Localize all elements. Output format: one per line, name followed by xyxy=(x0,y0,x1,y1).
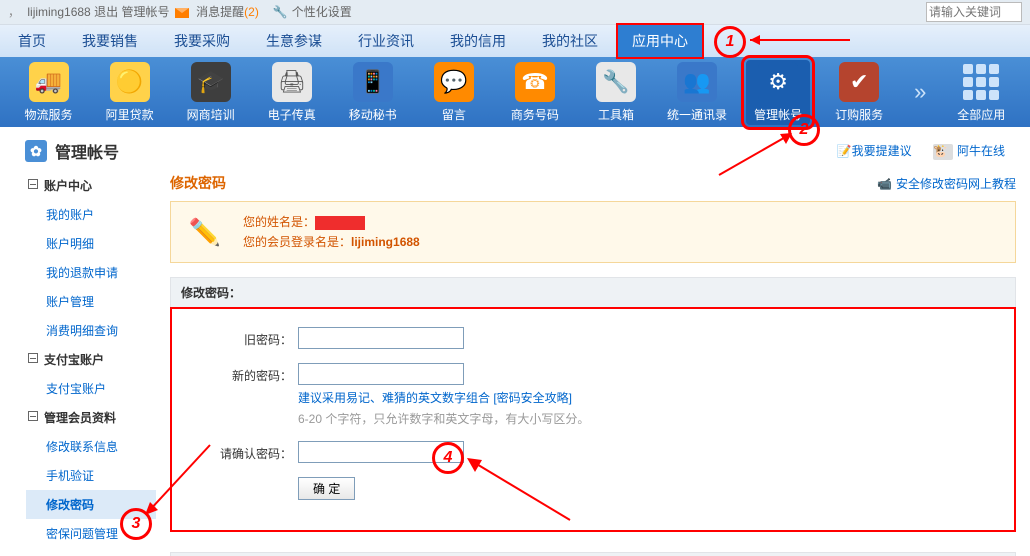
grid-icon xyxy=(961,62,1001,102)
tool-toolbox[interactable]: 🔧工具箱 xyxy=(584,62,648,123)
sidebar: 账户中心 我的账户 账户明细 我的退款申请 账户管理 消费明细查询 支付宝账户 … xyxy=(26,171,156,556)
pencil-icon: ✏️ xyxy=(185,212,225,252)
nav-buy[interactable]: 我要采购 xyxy=(156,25,248,57)
page-heading: ✿ 管理帐号 xyxy=(25,139,119,163)
tool-order[interactable]: ✔订购服务 xyxy=(827,62,891,123)
message-icon xyxy=(175,8,189,18)
chat-icon: 💬 xyxy=(434,62,474,102)
camera-icon: 📹 xyxy=(877,177,892,191)
phone-icon: ☎ xyxy=(515,62,555,102)
gear-box-icon: ✿ xyxy=(25,140,47,162)
mobile-icon: 📱 xyxy=(353,62,393,102)
aniu-link[interactable]: 🐮阿牛在线 xyxy=(933,144,1005,158)
sidebar-acct-mgmt[interactable]: 账户管理 xyxy=(26,287,156,316)
section-change-pw: 修改密码： xyxy=(170,277,1016,308)
search-input[interactable] xyxy=(926,2,1022,22)
hint-link[interactable]: [密码安全攻略] xyxy=(493,391,572,405)
input-confirm-pw[interactable] xyxy=(298,441,464,463)
nav-biz[interactable]: 生意参谋 xyxy=(248,25,340,57)
suggest-link[interactable]: 📝我要提建议 xyxy=(837,144,912,158)
gear-icon: ⚙ xyxy=(758,62,798,102)
password-form: 旧密码： 新的密码： 建议采用易记、难猜的英文数字组合 [密码安全攻略] 6-2… xyxy=(170,307,1016,532)
input-new-pw[interactable] xyxy=(298,363,464,385)
submit-button[interactable]: 确 定 xyxy=(298,477,355,500)
contacts-icon: 👥 xyxy=(677,62,717,102)
hint-rules: 6-20 个字符，只允许数字和英文字母，有大小写区分。 xyxy=(298,410,589,427)
info-panel: ✏️ 您的姓名是： 您的会员登录名是：lijiming1688 xyxy=(170,201,1016,263)
top-msg[interactable]: 消息提醒 xyxy=(196,5,244,19)
tool-logistics[interactable]: 🚚物流服务 xyxy=(17,62,81,123)
top-logout[interactable]: 退出 xyxy=(94,5,118,19)
content-area: 修改密码 📹安全修改密码网上教程 ✏️ 您的姓名是： 您的会员登录名是：liji… xyxy=(170,171,1016,556)
sidebar-group-member[interactable]: 管理会员资料 xyxy=(28,409,156,426)
top-personalize[interactable]: 个性化设置 xyxy=(292,5,352,19)
sidebar-refund[interactable]: 我的退款申请 xyxy=(26,258,156,287)
tool-chevron[interactable]: » xyxy=(908,79,932,105)
tool-all-apps[interactable]: 全部应用 xyxy=(949,62,1013,123)
greeting: ， xyxy=(8,5,20,19)
nav-appcenter[interactable]: 应用中心 xyxy=(616,23,704,59)
toolbox-icon: 🔧 xyxy=(596,62,636,102)
tool-contacts[interactable]: 👥统一通讯录 xyxy=(665,62,729,123)
top-bar: ， lijiming1688 退出 管理帐号 消息提醒(2) 🔧 个性化设置 xyxy=(0,0,1030,25)
name-label: 您的姓名是： xyxy=(243,215,315,229)
sidebar-phone[interactable]: 手机验证 xyxy=(26,461,156,490)
sidebar-security-q[interactable]: 密保问题管理 xyxy=(26,519,156,548)
msg-count: (2) xyxy=(244,5,259,19)
help-link[interactable]: 📹安全修改密码网上教程 xyxy=(877,175,1016,192)
tool-biznum[interactable]: ☎商务号码 xyxy=(503,62,567,123)
nav-industry[interactable]: 行业资讯 xyxy=(340,25,432,57)
nav-credit[interactable]: 我的信用 xyxy=(432,25,524,57)
graduation-icon: 🎓 xyxy=(191,62,231,102)
main-nav: 首页 我要销售 我要采购 生意参谋 行业资讯 我的信用 我的社区 应用中心 xyxy=(0,25,1030,57)
label-new-pw: 新的密码： xyxy=(172,363,298,384)
wrench-icon: 🔧 xyxy=(273,5,288,19)
sidebar-alipay[interactable]: 支付宝账户 xyxy=(26,374,156,403)
tool-training[interactable]: 🎓网商培训 xyxy=(179,62,243,123)
top-manage[interactable]: 管理帐号 xyxy=(121,5,169,19)
sidebar-my-acct[interactable]: 我的账户 xyxy=(26,200,156,229)
login-name: lijiming1688 xyxy=(351,235,420,249)
tool-message[interactable]: 💬留言 xyxy=(422,62,486,123)
check-icon: ✔ xyxy=(839,62,879,102)
sidebar-change-pw[interactable]: 修改密码 xyxy=(26,490,156,519)
nav-sell[interactable]: 我要销售 xyxy=(64,25,156,57)
section-friends: 商友加油站： xyxy=(170,552,1016,556)
fax-icon: 🖨 xyxy=(272,62,312,102)
tool-manage-account[interactable]: ⚙管理帐号 xyxy=(746,60,810,125)
sidebar-group-alipay[interactable]: 支付宝账户 xyxy=(28,351,156,368)
sidebar-acct-detail[interactable]: 账户明细 xyxy=(26,229,156,258)
tool-mobile[interactable]: 📱移动秘书 xyxy=(341,62,405,123)
name-redacted xyxy=(315,216,365,230)
sidebar-contact[interactable]: 修改联系信息 xyxy=(26,432,156,461)
label-old-pw: 旧密码： xyxy=(172,327,298,348)
top-user[interactable]: lijiming1688 xyxy=(27,5,90,19)
app-toolbar: 🚚物流服务 🟡阿里贷款 🎓网商培训 🖨电子传真 📱移动秘书 💬留言 ☎商务号码 … xyxy=(0,57,1030,127)
content-title: 修改密码 xyxy=(170,173,226,193)
tool-fax[interactable]: 🖨电子传真 xyxy=(260,62,324,123)
nav-home[interactable]: 首页 xyxy=(0,25,64,57)
nav-community[interactable]: 我的社区 xyxy=(524,25,616,57)
sidebar-group-account[interactable]: 账户中心 xyxy=(28,177,156,194)
coin-icon: 🟡 xyxy=(110,62,150,102)
hint-text: 建议采用易记、难猜的英文数字组合 xyxy=(298,391,493,405)
login-label: 您的会员登录名是： xyxy=(243,235,351,249)
aniu-icon: 🐮 xyxy=(933,144,953,160)
truck-icon: 🚚 xyxy=(29,62,69,102)
sidebar-consume[interactable]: 消费明细查询 xyxy=(26,316,156,345)
input-old-pw[interactable] xyxy=(298,327,464,349)
tool-loan[interactable]: 🟡阿里贷款 xyxy=(98,62,162,123)
label-confirm-pw: 请确认密码： xyxy=(172,441,298,462)
